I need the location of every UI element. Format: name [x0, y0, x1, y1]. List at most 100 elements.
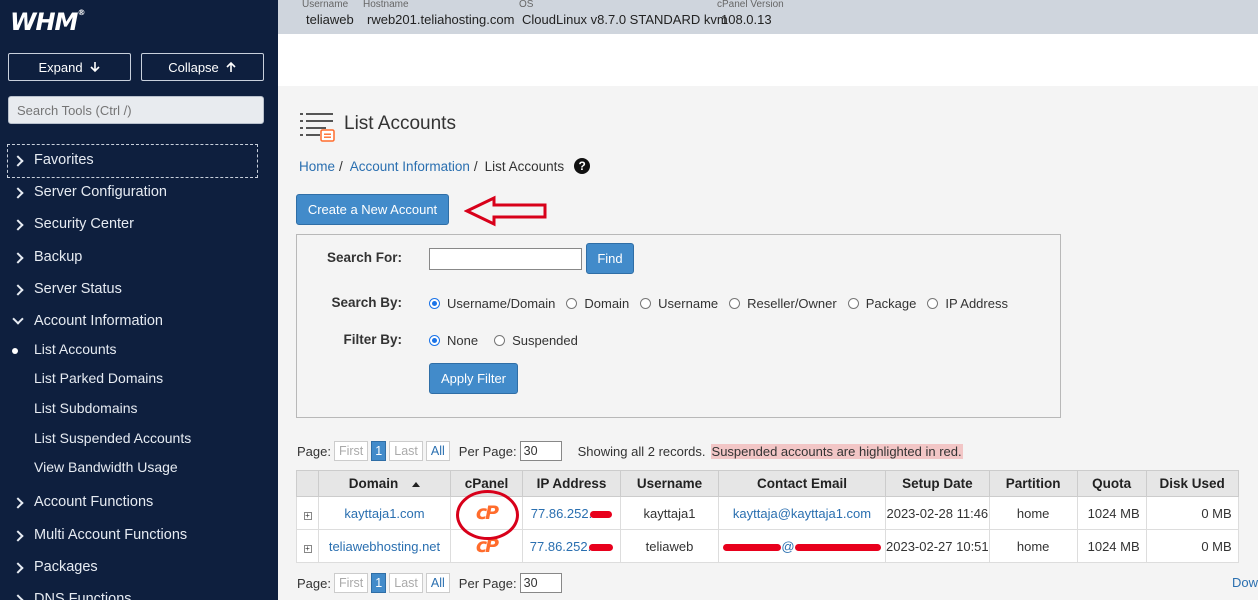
per-page-label: Per Page:	[458, 443, 517, 459]
sidebar-item-label: Server Status	[34, 281, 122, 297]
pager-all-button[interactable]: All	[425, 573, 450, 593]
per-page-label: Per Page:	[458, 575, 517, 591]
radio-selected-icon[interactable]	[429, 298, 440, 309]
radio-label: Username/Domain	[447, 296, 556, 311]
partition-cell: home	[988, 529, 1078, 563]
chevron-right-icon	[12, 594, 24, 600]
expand-plus-icon[interactable]: +	[303, 544, 312, 553]
create-account-button[interactable]: Create a New Account	[296, 194, 449, 225]
sidebar-subitem-list-parked-domains[interactable]: List Parked Domains	[34, 370, 163, 386]
radio-icon[interactable]	[494, 335, 506, 346]
domain-link[interactable]: kayttaja1.com	[318, 496, 451, 530]
breadcrumb-home[interactable]: Home	[299, 159, 335, 174]
chevron-right-icon	[12, 252, 24, 264]
sidebar-subitem-list-accounts[interactable]: List Accounts	[34, 341, 117, 357]
search-input[interactable]	[429, 248, 582, 270]
sidebar-item-label: Multi Account Functions	[34, 527, 188, 543]
column-header-setup-date[interactable]: Setup Date	[885, 470, 990, 497]
search-tools-input[interactable]	[8, 96, 264, 124]
sidebar-subitem-list-suspended-accounts[interactable]: List Suspended Accounts	[34, 430, 191, 446]
breadcrumb-current: List Accounts	[484, 158, 565, 174]
radio-icon[interactable]	[927, 298, 939, 309]
redaction-mark	[590, 510, 613, 518]
radio-icon[interactable]	[729, 298, 741, 309]
per-page-input[interactable]: 30	[519, 441, 562, 461]
pager-current-page[interactable]: 1	[371, 441, 387, 461]
chevron-right-icon	[12, 284, 24, 296]
page-label: Page:	[297, 443, 331, 459]
page-label: Page:	[297, 575, 331, 591]
header-strip	[278, 34, 1258, 86]
page-title: List Accounts	[344, 113, 456, 134]
search-by-username[interactable]: Username	[640, 296, 718, 311]
annotation-circle	[456, 490, 519, 540]
disk-used-cell: 0 MB	[1145, 529, 1239, 563]
search-by-domain[interactable]: Domain	[566, 296, 629, 311]
sidebar-item-label: Security Center	[34, 216, 134, 232]
sidebar-subitem-list-subdomains[interactable]: List Subdomains	[34, 400, 138, 416]
arrow-down-icon	[89, 62, 100, 73]
breadcrumb-separator: /	[339, 158, 343, 174]
os-key: OS	[519, 0, 534, 10]
row-expander[interactable]: +	[296, 496, 319, 530]
contact-email-link[interactable]: kayttaja@kayttaja1.com	[718, 496, 886, 530]
radio-icon[interactable]	[640, 298, 652, 309]
breadcrumb-account-information[interactable]: Account Information	[350, 159, 470, 174]
search-by-reseller-owner[interactable]: Reseller/Owner	[729, 296, 837, 311]
filter-by-label: Filter By:	[343, 332, 402, 347]
search-panel	[296, 234, 1061, 418]
expand-button[interactable]: Expand	[8, 53, 131, 81]
pager-current-page[interactable]: 1	[371, 573, 387, 593]
pager-all-button[interactable]: All	[425, 441, 450, 461]
find-button[interactable]: Find	[586, 243, 634, 274]
ip-address-cell[interactable]: 77.86.252.	[522, 529, 621, 563]
filter-by-suspended[interactable]: Suspended	[494, 333, 578, 348]
radio-icon[interactable]	[847, 298, 859, 309]
column-header-username[interactable]: Username	[620, 470, 719, 497]
pager-first-button[interactable]: First	[333, 441, 369, 461]
apply-filter-button[interactable]: Apply Filter	[429, 363, 518, 394]
search-by-username-domain[interactable]: Username/Domain	[429, 296, 555, 311]
os-info: OS CloudLinux v8.7.0 STANDARD kvm	[519, 0, 728, 27]
pager-first-button[interactable]: First	[333, 573, 369, 593]
ip-address-cell[interactable]: 77.86.252.	[522, 496, 621, 530]
search-by-options: Username/Domain Domain Username Reseller…	[429, 296, 1019, 311]
column-header-partition[interactable]: Partition	[988, 470, 1078, 497]
radio-label: Reseller/Owner	[747, 296, 837, 311]
table-row: + kayttaja1.com cP 77.86.252. kayttaja1 …	[296, 496, 1239, 530]
hostname-value: rweb201.teliahosting.com	[367, 12, 515, 27]
breadcrumb-separator: /	[473, 158, 478, 174]
sidebar-subitem-view-bandwidth-usage[interactable]: View Bandwidth Usage	[34, 459, 178, 475]
radio-selected-icon[interactable]	[429, 335, 440, 346]
radio-label: Username	[658, 296, 719, 311]
radio-label: Domain	[584, 296, 630, 311]
table-header-row: Domain cPanel IP Address Username Contac…	[296, 470, 1239, 497]
sidebar-item-label: DNS Functions	[34, 591, 132, 600]
search-by-ip-address[interactable]: IP Address	[927, 296, 1008, 311]
domain-link[interactable]: teliawebhosting.net	[318, 529, 451, 563]
username-info: Username teliaweb	[302, 0, 354, 27]
column-header-domain[interactable]: Domain	[318, 470, 451, 497]
column-header-disk-used[interactable]: Disk Used	[1145, 470, 1239, 497]
pager-last-button[interactable]: Last	[389, 573, 423, 593]
column-header-quota[interactable]: Quota	[1076, 470, 1147, 497]
help-icon[interactable]: ?	[574, 158, 591, 174]
search-by-package[interactable]: Package	[847, 296, 916, 311]
download-link[interactable]: Dow	[1232, 575, 1258, 590]
filter-by-none[interactable]: None	[429, 333, 478, 348]
expand-plus-icon[interactable]: +	[303, 511, 312, 520]
collapse-button[interactable]: Collapse	[141, 53, 264, 81]
row-expander[interactable]: +	[296, 529, 319, 563]
whm-logo[interactable]: WHM®	[10, 8, 85, 36]
pager-last-button[interactable]: Last	[389, 441, 423, 461]
server-info-bar: Username teliaweb Hostname rweb201.telia…	[278, 0, 1258, 34]
column-header-contact-email[interactable]: Contact Email	[718, 470, 886, 497]
per-page-input[interactable]: 30	[519, 573, 562, 593]
radio-icon[interactable]	[566, 298, 578, 309]
chevron-right-icon	[12, 562, 24, 574]
breadcrumb: Home / Account Information / List Accoun…	[299, 158, 591, 174]
column-header-ip-address[interactable]: IP Address	[522, 470, 621, 497]
contact-email-link[interactable]: @	[718, 529, 886, 563]
chevron-right-icon	[12, 497, 24, 509]
chevron-right-icon	[12, 187, 24, 199]
